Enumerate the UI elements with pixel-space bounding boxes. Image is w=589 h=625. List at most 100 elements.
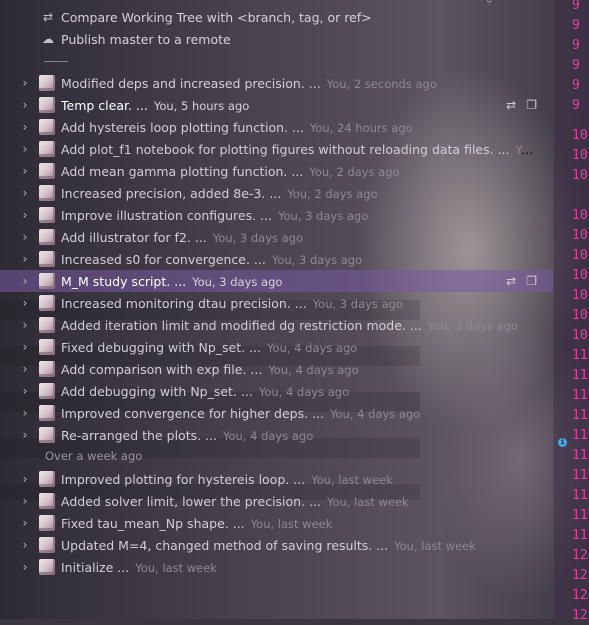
avatar: [39, 471, 55, 487]
line-number: 11: [572, 348, 588, 363]
line-number: 11: [572, 528, 588, 543]
commit-row[interactable]: › M_M study script. ... You, 3 days ago ⇄ ❐: [0, 270, 553, 292]
chevron-right-icon[interactable]: ›: [19, 186, 31, 200]
line-number: 9: [572, 78, 580, 93]
commit-row[interactable]: › Fixed tau_mean_Np shape. ... You, last w…: [0, 512, 553, 534]
commit-row[interactable]: › Temp clear. ... You, 5 hours ago ⇄ ❐: [0, 94, 553, 116]
line-number: 10: [572, 208, 588, 223]
line-number: 10: [572, 148, 588, 163]
compare-with-head-icon[interactable]: ⇄: [506, 98, 516, 112]
chevron-right-icon[interactable]: ›: [19, 208, 31, 222]
avatar: [39, 427, 55, 443]
chevron-right-icon[interactable]: ›: [19, 274, 31, 288]
line-number: 9: [572, 98, 580, 113]
separator: [44, 61, 68, 62]
chevron-right-icon[interactable]: ›: [19, 164, 31, 178]
chevron-right-icon[interactable]: ›: [19, 76, 31, 90]
line-number: 11: [572, 388, 588, 403]
commit-meta: You, 3 days ago: [427, 318, 519, 333]
commit-row[interactable]: › Added solver limit, lower the precision…: [0, 490, 553, 512]
commit-message: Add comparison with exp file. ...: [61, 361, 263, 377]
line-number: 11: [572, 448, 588, 463]
chevron-right-icon[interactable]: ›: [19, 296, 31, 310]
chevron-right-icon[interactable]: ›: [19, 494, 31, 508]
avatar: [39, 163, 55, 179]
chevron-right-icon[interactable]: ›: [19, 428, 31, 442]
info-marker-icon[interactable]: i: [558, 438, 567, 447]
line-number: 9: [572, 0, 580, 13]
commit-row[interactable]: › Initialize ... You, last week: [0, 556, 553, 578]
commit-message: Improved convergence for higher deps. ..…: [61, 405, 324, 421]
commit-row[interactable]: › Improve illustration configures. ... You…: [0, 204, 553, 226]
commit-row[interactable]: › Increased precision, added 8e-3. ... You…: [0, 182, 553, 204]
line-number: 12: [572, 608, 588, 623]
commit-meta: You, 4 days ago: [267, 340, 358, 355]
avatar: [39, 405, 55, 421]
chevron-right-icon[interactable]: ›: [19, 98, 31, 112]
avatar: [39, 141, 55, 157]
compare-working-tree-label: Compare Working Tree with <branch, tag, …: [61, 9, 372, 25]
commit-row[interactable]: › Improved plotting for hystereis loop. .…: [0, 468, 553, 490]
commit-row[interactable]: › Fixed debugging with Np_set. ... You, 4 …: [0, 336, 553, 358]
line-number: 11: [572, 488, 588, 503]
compare-with-head-icon[interactable]: ⇄: [506, 274, 516, 288]
commit-meta: You, 3 days ago: [271, 252, 363, 267]
avatar: [39, 295, 55, 311]
commit-text: Add mean gamma plotting function. ... You…: [61, 164, 537, 179]
commit-meta: You, 2 days ago: [287, 186, 378, 201]
avatar: [39, 75, 55, 91]
commit-row[interactable]: › Add debugging with Np_set. ... You, 4 da…: [0, 380, 553, 402]
commit-row[interactable]: › Added iteration limit and modified dg r…: [0, 314, 553, 336]
commit-text: M_M study script. ... You, 3 days ago: [61, 274, 483, 289]
chevron-right-icon[interactable]: ›: [19, 252, 31, 266]
commit-row[interactable]: › Add plot_f1 notebook for plotting figur…: [0, 138, 553, 160]
commit-meta: You, 2 seconds ago: [326, 76, 437, 91]
chevron-right-icon[interactable]: ›: [19, 340, 31, 354]
commit-meta: You, 3 days ago: [212, 230, 304, 245]
commit-message: Add plot_f1 notebook for plotting figure…: [61, 141, 510, 157]
chevron-right-icon[interactable]: ›: [19, 384, 31, 398]
commit-row[interactable]: › Updated M=4, changed method of saving r…: [0, 534, 553, 556]
commit-meta: You, 2 days ago: [309, 164, 400, 179]
avatar: [39, 229, 55, 245]
copy-icon[interactable]: ❐: [526, 274, 537, 288]
commit-text: Re-arranged the plots. ... You, 4 days ag…: [61, 428, 537, 443]
chevron-right-icon[interactable]: ›: [19, 472, 31, 486]
publish-branch-command[interactable]: ☁ Publish master to a remote: [40, 28, 231, 50]
chevron-right-icon[interactable]: ›: [19, 538, 31, 552]
commit-row[interactable]: › Add comparison with exp file. ... You, 4…: [0, 358, 553, 380]
commit-message: M_M study script. ...: [61, 273, 187, 289]
chevron-right-icon[interactable]: ›: [19, 362, 31, 376]
avatar: [39, 493, 55, 509]
chevron-right-icon[interactable]: ›: [19, 516, 31, 530]
commit-row[interactable]: › Increased monitoring dtau precision. ..…: [0, 292, 553, 314]
commit-row[interactable]: › Add mean gamma plotting function. ... Yo…: [0, 160, 553, 182]
commit-text: Increased s0 for convergence. ... You, 3 …: [61, 252, 537, 267]
commit-meta: You, 24 hours ago: [309, 120, 413, 135]
commit-row[interactable]: › Increased s0 for convergence. ... You, 3…: [0, 248, 553, 270]
commit-row[interactable]: › Modified deps and increased precision. …: [0, 72, 553, 94]
chevron-right-icon[interactable]: ›: [19, 318, 31, 332]
chevron-right-icon[interactable]: ›: [19, 142, 31, 156]
chevron-right-icon[interactable]: ›: [19, 120, 31, 134]
commit-row[interactable]: › Re-arranged the plots. ... You, 4 days a…: [0, 424, 553, 446]
avatar: [39, 251, 55, 267]
commit-message: Added solver limit, lower the precision.…: [61, 493, 321, 509]
commit-text: Add plot_f1 notebook for plotting figure…: [61, 142, 537, 157]
chevron-right-icon[interactable]: ›: [19, 406, 31, 420]
compare-working-tree-command[interactable]: ⇄ Compare Working Tree with <branch, tag…: [40, 6, 372, 28]
chevron-right-icon[interactable]: ›: [19, 230, 31, 244]
commit-text: Improved plotting for hystereis loop. ..…: [61, 472, 537, 487]
commit-message: Fixed debugging with Np_set. ...: [61, 339, 262, 355]
commit-meta: You, 4 days ago: [258, 384, 350, 399]
editor-line-number-gutter: i 9 9 9 9 9 9 10 10 10 10 10 10 10 10 10 10 11 11 11 11 11 11…: [553, 0, 589, 623]
commit-message: Added iteration limit and modified dg re…: [61, 317, 422, 333]
copy-icon[interactable]: ❐: [526, 98, 537, 112]
chevron-right-icon[interactable]: ›: [19, 560, 31, 574]
commit-row[interactable]: › Add hystereis loop plotting function. .…: [0, 116, 553, 138]
commit-row[interactable]: › Improved convergence for higher deps. .…: [0, 402, 553, 424]
avatar: [39, 317, 55, 333]
commit-text: Add hystereis loop plotting function. ..…: [61, 120, 537, 135]
commit-row[interactable]: › Add illustrator for f2. ... You, 3 days …: [0, 226, 553, 248]
commit-message: Improved plotting for hystereis loop. ..…: [61, 471, 306, 487]
